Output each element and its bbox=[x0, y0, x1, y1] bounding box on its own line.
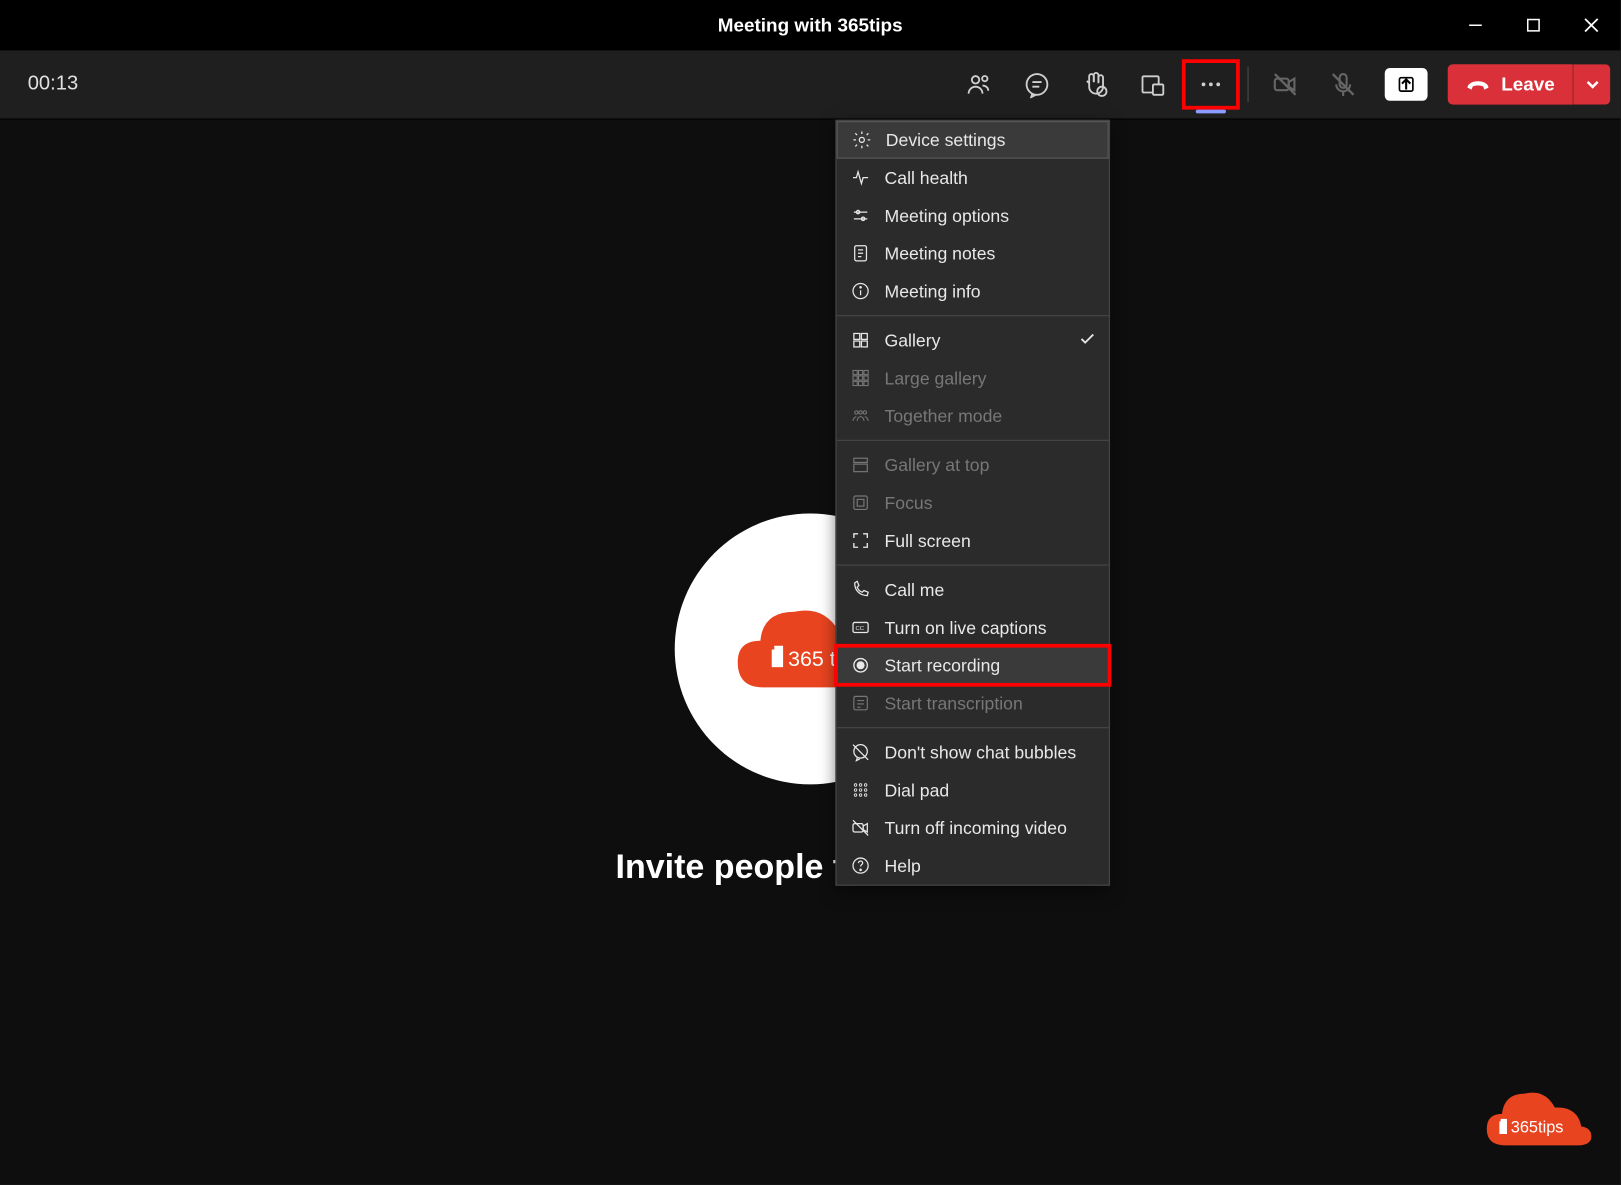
leave-caret-button[interactable] bbox=[1572, 64, 1610, 104]
menu-meeting-info[interactable]: Meeting info bbox=[837, 272, 1109, 310]
sliders-icon bbox=[849, 204, 872, 227]
chat-button[interactable] bbox=[1009, 59, 1067, 109]
menu-together-mode: Together mode bbox=[837, 397, 1109, 435]
mic-button[interactable] bbox=[1315, 59, 1373, 109]
menu-chat-bubbles[interactable]: Don't show chat bubbles bbox=[837, 733, 1109, 771]
menu-device-settings[interactable]: Device settings bbox=[837, 121, 1109, 159]
gallery-top-icon bbox=[849, 454, 872, 477]
menu-live-captions[interactable]: CC Turn on live captions bbox=[837, 609, 1109, 647]
menu-call-me[interactable]: Call me bbox=[837, 571, 1109, 609]
rooms-button[interactable] bbox=[1124, 59, 1182, 109]
more-actions-button[interactable] bbox=[1182, 59, 1240, 109]
leave-button[interactable]: Leave bbox=[1448, 64, 1572, 104]
menu-large-gallery: Large gallery bbox=[837, 359, 1109, 397]
toolbar-separator bbox=[1248, 67, 1249, 102]
record-icon bbox=[849, 654, 872, 677]
minimize-button[interactable] bbox=[1446, 0, 1504, 50]
leave-label: Leave bbox=[1501, 74, 1555, 95]
cc-icon: CC bbox=[849, 616, 872, 639]
menu-full-screen[interactable]: Full screen bbox=[837, 522, 1109, 560]
chat-off-icon bbox=[849, 741, 872, 764]
menu-start-transcription: Start transcription bbox=[837, 684, 1109, 722]
titlebar: Meeting with 365tips bbox=[0, 0, 1620, 50]
window-title: Meeting with 365tips bbox=[718, 14, 903, 35]
checkmark-icon bbox=[1079, 329, 1097, 350]
menu-call-health[interactable]: Call health bbox=[837, 159, 1109, 197]
menu-meeting-notes[interactable]: Meeting notes bbox=[837, 234, 1109, 272]
svg-text:CC: CC bbox=[856, 626, 865, 632]
meeting-timer: 00:13 bbox=[28, 73, 78, 96]
menu-turn-off-incoming[interactable]: Turn off incoming video bbox=[837, 809, 1109, 847]
large-grid-icon bbox=[849, 367, 872, 390]
info-icon bbox=[849, 280, 872, 303]
fullscreen-icon bbox=[849, 529, 872, 552]
menu-gallery[interactable]: Gallery bbox=[837, 321, 1109, 359]
meeting-stage: 365 tips Invite people to join you bbox=[0, 120, 1620, 1185]
help-icon bbox=[849, 854, 872, 877]
dialpad-icon bbox=[849, 779, 872, 802]
menu-gallery-at-top: Gallery at top bbox=[837, 446, 1109, 484]
close-button[interactable] bbox=[1562, 0, 1620, 50]
menu-help[interactable]: Help bbox=[837, 847, 1109, 885]
maximize-button[interactable] bbox=[1504, 0, 1562, 50]
menu-meeting-options[interactable]: Meeting options bbox=[837, 197, 1109, 235]
gear-icon bbox=[851, 129, 874, 152]
share-button[interactable] bbox=[1385, 68, 1428, 101]
menu-focus: Focus bbox=[837, 484, 1109, 522]
video-off-icon bbox=[849, 816, 872, 839]
svg-text:365tips: 365tips bbox=[1511, 1119, 1564, 1137]
focus-icon bbox=[849, 491, 872, 514]
notes-icon bbox=[849, 242, 872, 265]
together-icon bbox=[849, 404, 872, 427]
window-controls bbox=[1446, 0, 1620, 50]
menu-start-recording[interactable]: Start recording bbox=[837, 646, 1109, 684]
menu-dial-pad[interactable]: Dial pad bbox=[837, 771, 1109, 809]
participants-button[interactable] bbox=[951, 59, 1009, 109]
more-actions-menu: Device settings Call health Meeting opti… bbox=[835, 120, 1110, 886]
meeting-toolbar: 00:13 bbox=[0, 50, 1620, 119]
activity-icon bbox=[849, 166, 872, 189]
transcription-icon bbox=[849, 692, 872, 715]
camera-button[interactable] bbox=[1257, 59, 1315, 109]
watermark-logo: 365tips bbox=[1474, 1076, 1600, 1164]
reactions-button[interactable] bbox=[1067, 59, 1125, 109]
phone-icon bbox=[849, 578, 872, 601]
grid-icon bbox=[849, 329, 872, 352]
